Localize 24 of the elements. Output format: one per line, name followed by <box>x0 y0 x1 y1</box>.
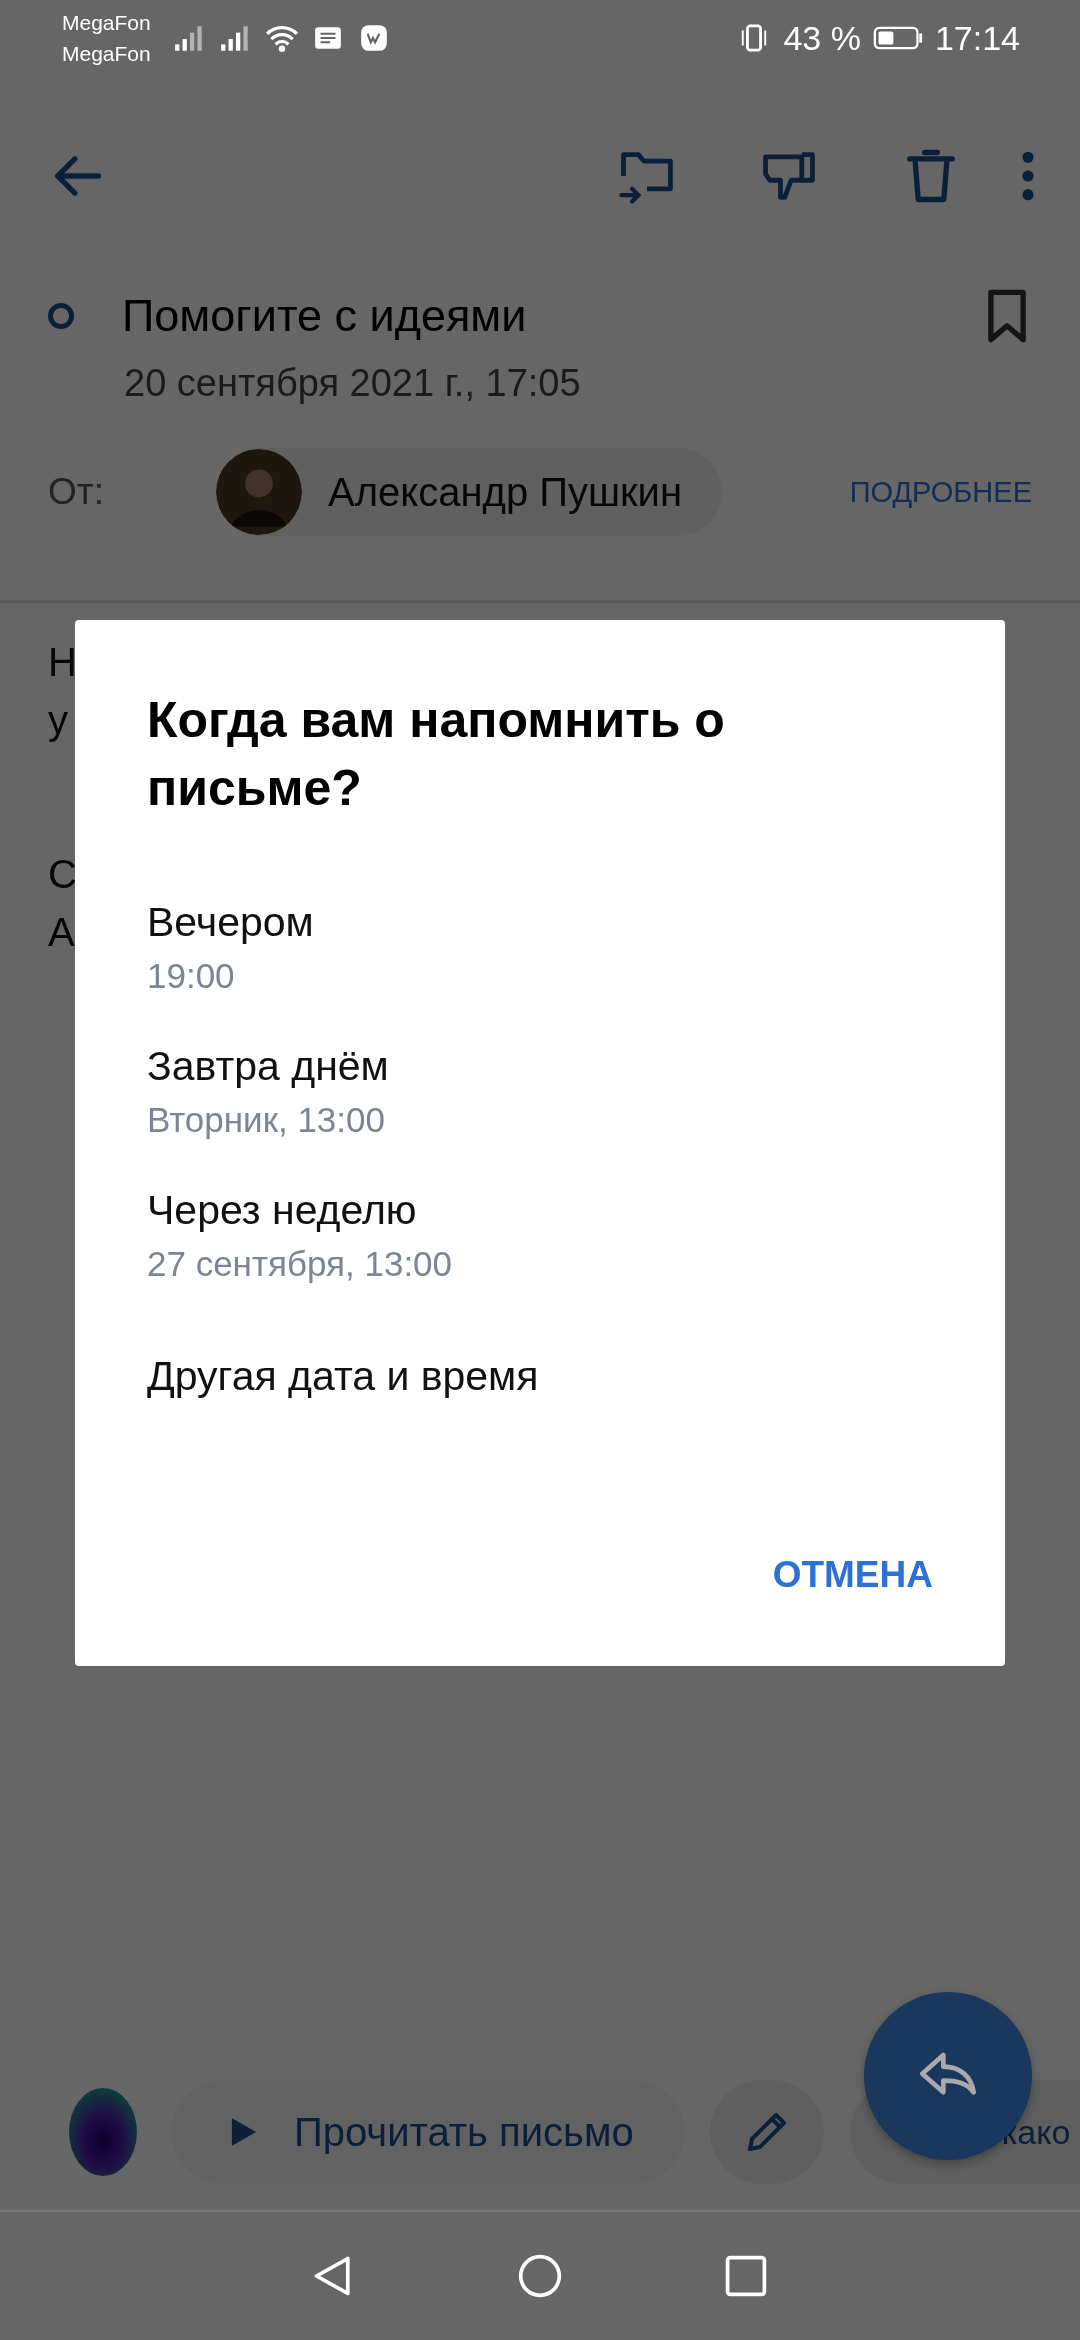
carrier-name: MegaFon <box>62 41 151 67</box>
dialog-title: Когда вам напомнить о письме? <box>147 691 726 818</box>
reminder-option[interactable]: Завтра днём Вторник, 13:00 <box>147 1020 933 1164</box>
battery-percent: 43 % <box>783 18 861 58</box>
body-text: Н <box>48 639 77 686</box>
reminder-option[interactable]: Через неделю 27 сентября, 13:00 <box>147 1164 933 1308</box>
assistant-icon[interactable] <box>68 2087 138 2177</box>
body-text: А <box>48 909 75 956</box>
home-icon[interactable] <box>517 2253 563 2299</box>
clock: 17:14 <box>934 18 1020 58</box>
from-label: От: <box>48 471 105 513</box>
wifi-icon <box>264 23 299 53</box>
reminder-option[interactable]: Другая дата и время <box>147 1308 933 1422</box>
carrier-name: MegaFon <box>62 10 151 36</box>
battery-icon <box>872 24 923 52</box>
date: 20 сентября 2021 г., 17:05 <box>123 362 582 406</box>
body-text: у <box>48 697 68 744</box>
play-icon <box>230 2116 258 2148</box>
read-status-icon[interactable] <box>48 303 74 329</box>
cancel-button[interactable]: ОТМЕНА <box>772 1544 933 1606</box>
body-text: С <box>48 851 77 898</box>
recents-icon[interactable] <box>723 2253 769 2299</box>
reminder-option[interactable]: Вечером 19:00 <box>147 876 933 1020</box>
subject: Помогите с идеями <box>122 290 528 342</box>
